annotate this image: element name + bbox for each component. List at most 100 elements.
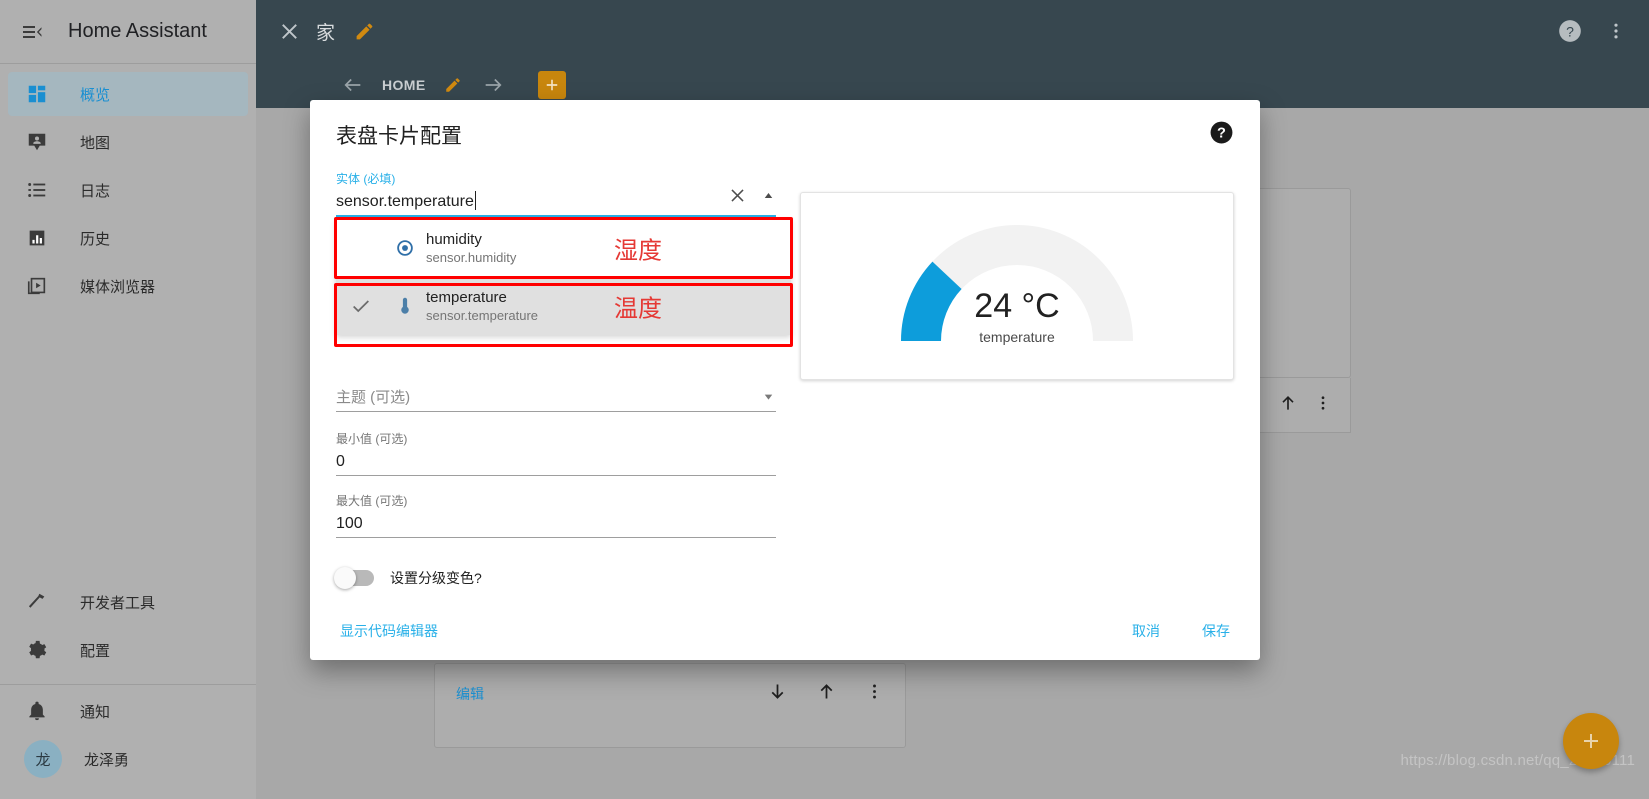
dialog-footer-actions: 取消 保存	[1128, 615, 1234, 647]
app-title: Home Assistant	[68, 20, 207, 42]
save-button[interactable]: 保存	[1198, 615, 1234, 647]
min-field-wrap: 最小值 (可选) 0	[336, 430, 776, 476]
card-edit-link[interactable]: 编辑	[456, 684, 484, 704]
max-input[interactable]: 100	[336, 511, 776, 537]
hammer-wrench-icon	[24, 589, 50, 615]
theme-input[interactable]: 主题 (可选)	[336, 385, 776, 411]
card-actions	[767, 681, 884, 707]
dialog-title: 表盘卡片配置	[336, 125, 462, 148]
pencil-icon[interactable]	[341, 8, 387, 54]
sidebar-item-label: 开发者工具	[80, 594, 156, 612]
top-toolbar: 家 ?	[256, 0, 1649, 62]
plus-icon	[1584, 734, 1598, 748]
plus-icon	[546, 79, 557, 91]
gauge-chart: 24 °C temperature	[901, 225, 1133, 347]
entity-option-name: humidity	[426, 230, 482, 248]
sidebar-item-label: 概览	[80, 86, 111, 104]
arrow-up-icon[interactable]	[1278, 393, 1298, 418]
dialog-body: 实体 (必填) sensor.temperature humidity sens…	[310, 170, 1260, 602]
add-card-fab[interactable]	[1563, 713, 1619, 769]
check-icon	[350, 295, 384, 317]
sidebar: Home Assistant 概览 地图 日志 历史 媒体浏览器 开发者工具 配…	[0, 0, 256, 799]
sidebar-item-overview[interactable]: 概览	[8, 72, 248, 116]
card-preview-panel: 24 °C temperature	[776, 170, 1234, 602]
theme-field-wrap: 主题 (可选)	[336, 385, 776, 412]
arrow-down-icon[interactable]	[767, 681, 788, 707]
sidebar-item-history[interactable]: 历史	[8, 216, 248, 260]
svg-text:?: ?	[1566, 23, 1574, 39]
sidebar-item-label: 历史	[80, 230, 111, 248]
entity-field-actions	[728, 186, 776, 210]
entity-option-texts: temperature sensor.temperature	[426, 288, 538, 325]
help-circle-icon[interactable]: ?	[1209, 120, 1234, 150]
config-form: 实体 (必填) sensor.temperature humidity sens…	[334, 170, 793, 602]
sidebar-item-map[interactable]: 地图	[8, 120, 248, 164]
entity-option-humidity[interactable]: humidity sensor.humidity 湿度	[336, 219, 791, 277]
entity-option-id: sensor.temperature	[426, 307, 539, 323]
max-field-underline	[336, 537, 776, 538]
topbar-actions: ?	[1547, 8, 1639, 54]
show-code-editor-button[interactable]: 显示代码编辑器	[336, 615, 442, 647]
gauge-card-preview: 24 °C temperature	[800, 192, 1234, 380]
dots-vertical-icon[interactable]	[1593, 8, 1639, 54]
menu-up-icon[interactable]	[761, 188, 776, 208]
avatar: 龙	[24, 740, 62, 778]
sidebar-item-label: 龙泽勇	[84, 751, 130, 769]
entity-option-name: temperature	[426, 288, 507, 306]
entity-input-value: sensor.temperature	[336, 193, 474, 210]
sidebar-item-media-browser[interactable]: 媒体浏览器	[8, 264, 248, 308]
sidebar-header: Home Assistant	[0, 0, 256, 64]
close-icon[interactable]	[728, 186, 747, 210]
arrow-right-icon[interactable]	[474, 66, 512, 104]
max-field-wrap: 最大值 (可选) 100	[336, 492, 776, 538]
sidebar-item-developer-tools[interactable]: 开发者工具	[8, 580, 248, 624]
sidebar-item-notifications[interactable]: 通知	[8, 689, 248, 733]
entity-field-label: 实体 (必填)	[336, 172, 396, 186]
svg-text:?: ?	[1217, 126, 1226, 142]
thermometer-icon	[384, 295, 426, 317]
entity-options-dropdown: humidity sensor.humidity 湿度 temperature …	[336, 219, 791, 335]
dots-vertical-icon[interactable]	[1314, 394, 1332, 417]
entity-option-texts: humidity sensor.humidity	[426, 230, 516, 267]
arrow-left-icon[interactable]	[334, 66, 372, 104]
min-input[interactable]: 0	[336, 449, 776, 475]
entity-option-annotation: 湿度	[614, 237, 662, 265]
tab-home[interactable]: HOME	[376, 77, 432, 93]
arrow-up-icon[interactable]	[816, 681, 837, 707]
severity-toggle-label: 设置分级变色?	[390, 570, 482, 586]
sidebar-item-label: 地图	[80, 134, 111, 152]
help-circle-icon[interactable]: ?	[1547, 8, 1593, 54]
tab-nav: HOME	[334, 66, 566, 104]
menu-collapse-icon[interactable]	[8, 8, 56, 56]
menu-down-icon[interactable]	[761, 389, 776, 409]
dialog-header: 表盘卡片配置 ?	[310, 100, 1260, 170]
gauge-value: 24 °C	[974, 287, 1060, 325]
sidebar-item-label: 配置	[80, 642, 111, 660]
sidebar-item-label: 媒体浏览器	[80, 278, 156, 296]
sidebar-item-label: 通知	[80, 703, 111, 721]
entity-option-temperature[interactable]: temperature sensor.temperature 温度	[336, 277, 791, 335]
severity-toggle-row: 设置分级变色?	[334, 567, 776, 589]
gauge-entity-name: temperature	[979, 329, 1055, 345]
sidebar-item-configuration[interactable]: 配置	[8, 628, 248, 672]
sidebar-nav: 概览 地图 日志 历史 媒体浏览器	[0, 64, 256, 312]
add-view-button[interactable]	[537, 71, 566, 99]
sidebar-item-logbook[interactable]: 日志	[8, 168, 248, 212]
map-marker-icon	[24, 129, 50, 155]
toggle-knob	[334, 567, 356, 589]
sidebar-item-user[interactable]: 龙 龙泽勇	[8, 737, 248, 781]
sidebar-bottom: 通知 龙 龙泽勇	[0, 685, 256, 799]
background-card-bottom-toolbar: 编辑	[434, 663, 906, 725]
cancel-button[interactable]: 取消	[1128, 615, 1164, 647]
pencil-icon[interactable]	[436, 68, 470, 102]
entity-option-id: sensor.humidity	[426, 249, 517, 265]
min-field-underline	[336, 475, 776, 476]
dots-vertical-icon[interactable]	[865, 682, 884, 706]
close-icon[interactable]	[266, 8, 312, 54]
severity-toggle[interactable]	[334, 567, 374, 589]
entity-input[interactable]: sensor.temperature	[336, 189, 776, 215]
max-field-label: 最大值 (可选)	[336, 494, 408, 508]
text-cursor	[474, 191, 476, 210]
entity-field-underline	[336, 215, 776, 217]
